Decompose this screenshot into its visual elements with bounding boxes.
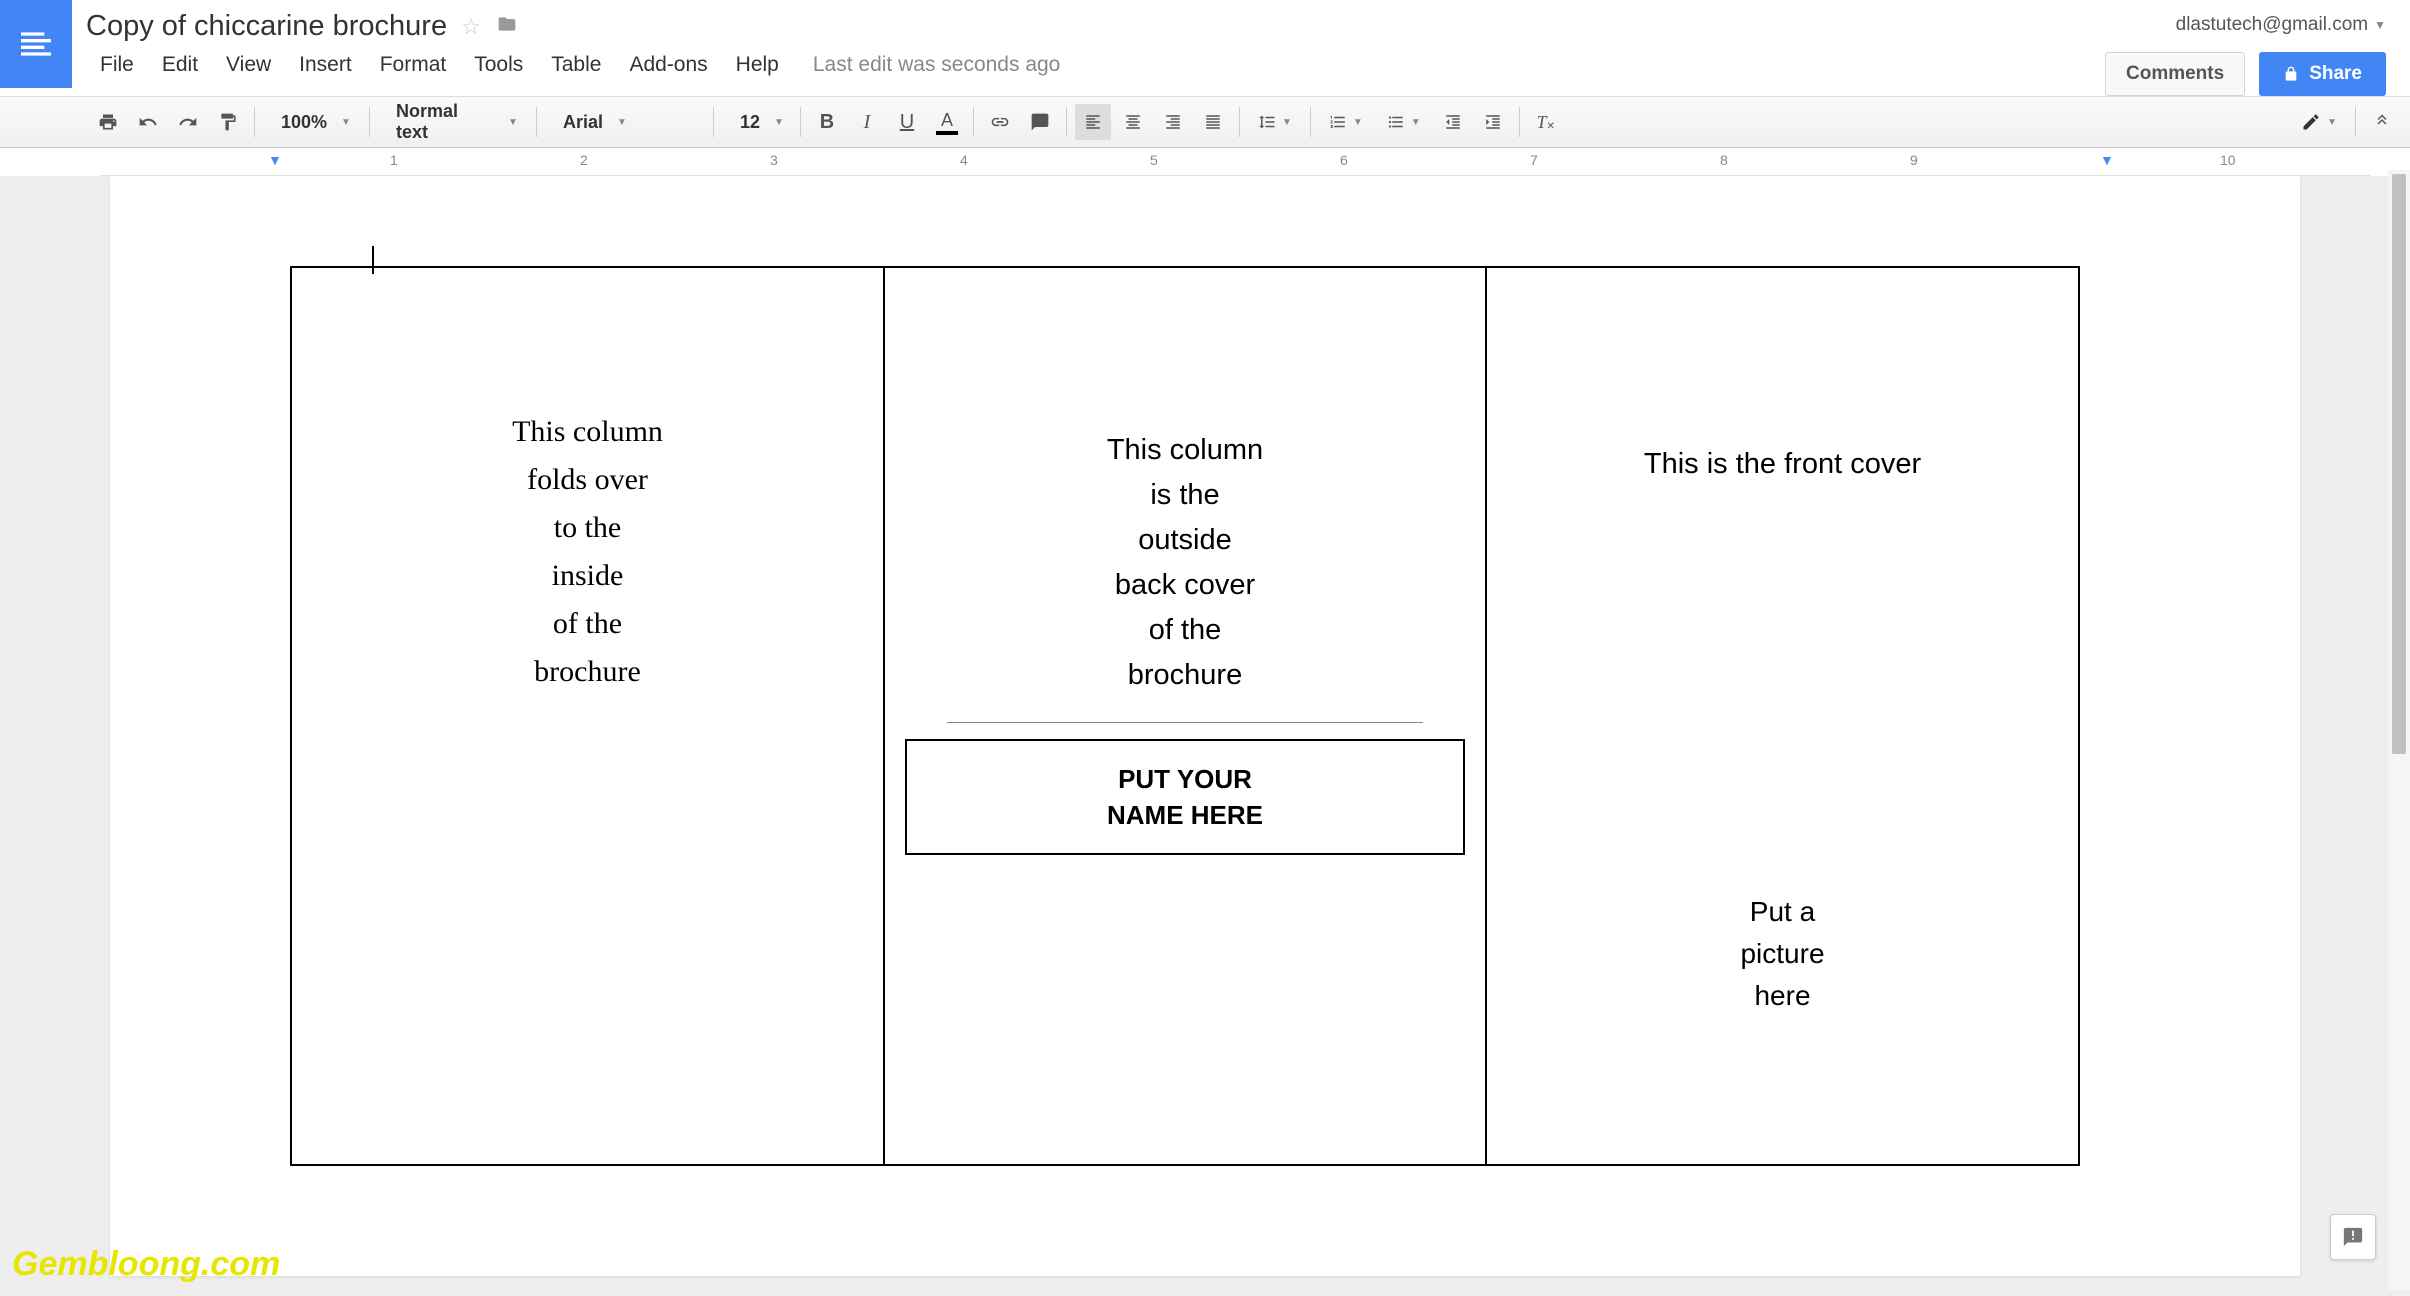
column2-text[interactable]: This column is the outside back cover of… (1107, 428, 1263, 698)
watermark: Gembloong.com (12, 1245, 280, 1284)
ruler-number: 3 (770, 152, 778, 168)
print-icon[interactable] (90, 104, 126, 140)
numbered-list-icon[interactable]: ▼ (1319, 113, 1373, 131)
column1-text[interactable]: This column folds over to the inside of … (512, 408, 663, 696)
document-title[interactable]: Copy of chiccarine brochure (86, 10, 447, 43)
star-icon[interactable]: ☆ (461, 14, 481, 40)
chevron-down-icon: ▼ (508, 117, 518, 128)
share-label: Share (2309, 63, 2362, 85)
clear-formatting-icon[interactable]: T✕ (1528, 104, 1564, 140)
menu-file[interactable]: File (86, 49, 148, 81)
font-value: Arial (555, 112, 611, 133)
scrollbar-thumb[interactable] (2392, 174, 2406, 754)
decrease-indent-icon[interactable] (1435, 104, 1471, 140)
paragraph-style-dropdown[interactable]: Normal text ▼ (378, 101, 528, 143)
brochure-table[interactable]: This column folds over to the inside of … (290, 266, 2080, 1166)
indent-marker-icon[interactable]: ▼ (268, 152, 282, 168)
align-justify-icon[interactable] (1195, 104, 1231, 140)
editing-mode-icon[interactable]: ▼ (2291, 112, 2347, 132)
zoom-dropdown[interactable]: 100% ▼ (263, 112, 361, 133)
lock-icon (2283, 66, 2299, 82)
menu-table[interactable]: Table (537, 49, 615, 81)
last-edit-text: Last edit was seconds ago (813, 53, 1061, 77)
brochure-column-2[interactable]: This column is the outside back cover of… (885, 268, 1487, 1164)
menu-bar: File Edit View Insert Format Tools Table… (86, 49, 2093, 81)
menu-tools[interactable]: Tools (460, 49, 537, 81)
comments-button[interactable]: Comments (2105, 52, 2245, 96)
page[interactable]: This column folds over to the inside of … (110, 176, 2300, 1276)
zoom-value: 100% (273, 112, 335, 133)
redo-icon[interactable] (170, 104, 206, 140)
align-right-icon[interactable] (1155, 104, 1191, 140)
vertical-scrollbar[interactable] (2388, 170, 2410, 1290)
bold-icon[interactable]: B (809, 104, 845, 140)
document-canvas[interactable]: This column folds over to the inside of … (0, 176, 2410, 1296)
ruler-number: 7 (1530, 152, 1538, 168)
size-value: 12 (732, 112, 768, 133)
ruler-number: 5 (1150, 152, 1158, 168)
align-center-icon[interactable] (1115, 104, 1151, 140)
brochure-column-1[interactable]: This column folds over to the inside of … (292, 268, 885, 1164)
chevron-down-icon: ▼ (617, 117, 627, 128)
font-dropdown[interactable]: Arial ▼ (545, 112, 705, 133)
link-icon[interactable] (982, 104, 1018, 140)
chevron-down-icon: ▼ (1411, 117, 1421, 128)
column3-front-cover-text[interactable]: This is the front cover (1644, 448, 1921, 481)
text-cursor (372, 246, 374, 274)
chevron-down-icon: ▼ (2327, 117, 2337, 128)
bulleted-list-icon[interactable]: ▼ (1377, 113, 1431, 131)
comment-icon[interactable] (1022, 104, 1058, 140)
ruler-number: 9 (1910, 152, 1918, 168)
ruler-number: 1 (390, 152, 398, 168)
menu-format[interactable]: Format (366, 49, 461, 81)
ruler-number: 2 (580, 152, 588, 168)
align-left-icon[interactable] (1075, 104, 1111, 140)
underline-icon[interactable]: U (889, 104, 925, 140)
horizontal-ruler[interactable]: ▼ 1 2 3 4 5 6 7 8 9 ▼ 10 (100, 148, 2370, 176)
ruler-number: 6 (1340, 152, 1348, 168)
docs-app-icon[interactable] (0, 0, 72, 88)
chevron-down-icon: ▼ (1282, 117, 1292, 128)
paint-format-icon[interactable] (210, 104, 246, 140)
chevron-down-icon: ▼ (341, 117, 351, 128)
toolbar: 100% ▼ Normal text ▼ Arial ▼ 12 ▼ B I U … (0, 96, 2410, 148)
chevron-down-icon: ▼ (774, 117, 784, 128)
menu-view[interactable]: View (212, 49, 285, 81)
style-value: Normal text (388, 101, 502, 143)
chevron-down-icon: ▼ (1353, 117, 1363, 128)
brochure-column-3[interactable]: This is the front cover Put a picture he… (1487, 268, 2078, 1164)
menu-addons[interactable]: Add-ons (615, 49, 721, 81)
chevron-down-icon: ▼ (2374, 18, 2386, 32)
explore-button[interactable] (2330, 1214, 2376, 1260)
line-spacing-icon[interactable]: ▼ (1248, 113, 1302, 131)
account-menu[interactable]: dlastutech@gmail.com ▼ (2176, 14, 2386, 36)
indent-marker-icon[interactable]: ▼ (2100, 152, 2114, 168)
text-color-icon[interactable]: A (929, 104, 965, 140)
font-size-dropdown[interactable]: 12 ▼ (722, 112, 792, 133)
folder-icon[interactable] (495, 14, 519, 40)
menu-edit[interactable]: Edit (148, 49, 212, 81)
share-button[interactable]: Share (2259, 52, 2386, 96)
menu-insert[interactable]: Insert (285, 49, 366, 81)
menu-help[interactable]: Help (722, 49, 793, 81)
italic-icon[interactable]: I (849, 104, 885, 140)
ruler-number: 10 (2220, 152, 2236, 168)
collapse-toolbar-icon[interactable] (2364, 104, 2400, 140)
name-box[interactable]: PUT YOUR NAME HERE (905, 739, 1465, 856)
ruler-number: 4 (960, 152, 968, 168)
undo-icon[interactable] (130, 104, 166, 140)
ruler-number: 8 (1720, 152, 1728, 168)
increase-indent-icon[interactable] (1475, 104, 1511, 140)
account-email: dlastutech@gmail.com (2176, 14, 2368, 36)
column3-picture-text[interactable]: Put a picture here (1740, 891, 1824, 1017)
divider (947, 722, 1423, 723)
